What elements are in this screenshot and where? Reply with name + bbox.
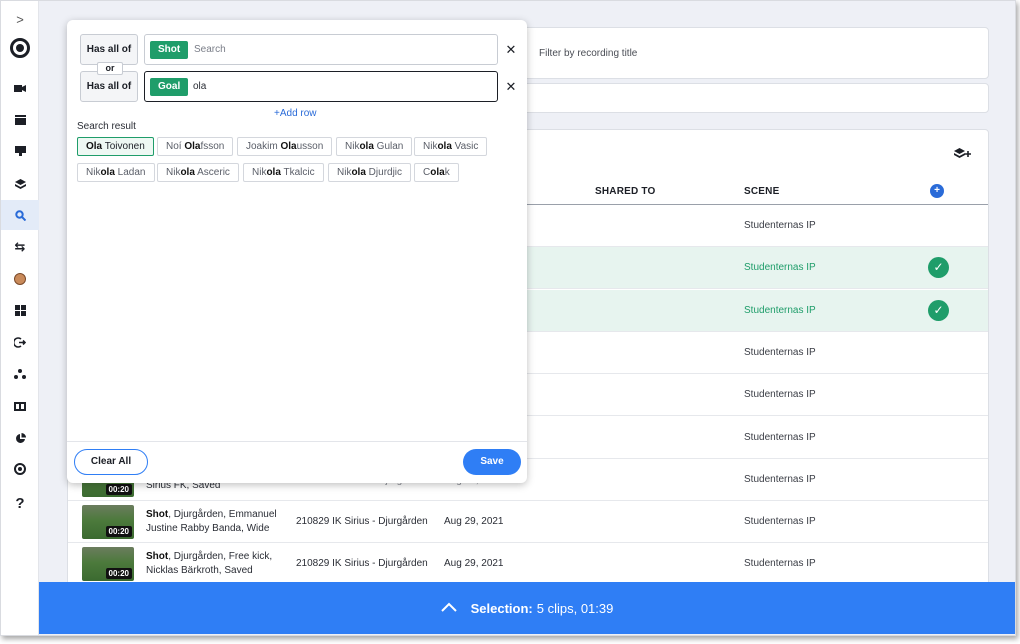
pie-chart-icon[interactable]	[1, 423, 39, 453]
selection-label: Selection:	[470, 600, 533, 616]
search-result-item[interactable]: Nikola Asceric	[157, 163, 239, 182]
table-row[interactable]: 00:20 Shot, Djurgården, Emmanuel Justine…	[68, 501, 988, 543]
scene-cell: Studenternas IP	[744, 474, 816, 485]
or-connector[interactable]: or	[97, 62, 123, 75]
nodes-icon[interactable]	[1, 359, 39, 389]
scene-cell: Studenternas IP	[744, 389, 816, 400]
help-icon[interactable]: ?	[1, 488, 39, 518]
query-field[interactable]: Goal ola	[144, 71, 498, 102]
scene-cell: Studenternas IP	[744, 262, 816, 273]
search-result-item[interactable]: Nikola Vasic	[414, 137, 488, 156]
expand-chevron-icon[interactable]: >	[1, 4, 39, 34]
add-to-playlist-icon[interactable]	[954, 148, 972, 163]
add-column-icon[interactable]: +	[930, 184, 944, 198]
remove-row-icon[interactable]: ✕	[504, 43, 518, 57]
search-result-item[interactable]: Joakim Olausson	[237, 137, 333, 156]
video-camera-icon[interactable]	[1, 73, 39, 103]
clip-description: Shot, Djurgården, Emmanuel Justine Rabby…	[146, 509, 277, 534]
tag-chip[interactable]: Goal	[150, 78, 189, 96]
recording-cell: 210829 IK Sirius - Djurgården	[296, 558, 428, 569]
clip-description: Shot, Djurgården, Free kick, Nicklas Bär…	[146, 551, 273, 576]
grid-icon[interactable]	[1, 295, 39, 325]
recording-title-filter[interactable]: Filter by recording title	[521, 27, 989, 79]
date-cell: Aug 29, 2021	[444, 516, 504, 527]
query-input[interactable]: ola	[193, 81, 206, 92]
table-row[interactable]: 00:20 Shot, Djurgården, Free kick, Nickl…	[68, 543, 988, 585]
operator-select[interactable]: Has all of	[80, 71, 138, 102]
user-avatar-icon[interactable]	[1, 264, 39, 294]
chevron-up-icon[interactable]	[440, 599, 457, 617]
app-window: > ⇆ ? Filter by recording title SHARED T…	[0, 0, 1016, 636]
clip-thumbnail[interactable]: 00:20	[82, 505, 134, 539]
selection-value: 5 clips, 01:39	[536, 600, 614, 616]
layers-icon[interactable]	[1, 169, 39, 199]
search-result-item[interactable]: Nikola Tkalcic	[243, 163, 324, 182]
selected-check-icon[interactable]: ✓	[928, 300, 949, 321]
selected-check-icon[interactable]: ✓	[928, 257, 949, 278]
operator-select[interactable]: Has all of	[80, 34, 138, 65]
tag-chip[interactable]: Shot	[150, 41, 189, 59]
query-field[interactable]: Shot Search	[144, 34, 498, 65]
search-result-item[interactable]: Nikola Djurdjic	[328, 163, 412, 182]
date-cell: Aug 29, 2021	[444, 558, 504, 569]
selection-bar[interactable]: Selection: 5 clips, 01:39	[39, 582, 1015, 634]
remove-row-icon[interactable]: ✕	[504, 80, 518, 94]
clip-thumbnail[interactable]: 00:20	[82, 547, 134, 581]
column-header-scene[interactable]: SCENE	[744, 186, 779, 197]
scene-cell: Studenternas IP	[744, 305, 816, 316]
filter-placeholder: Filter by recording title	[539, 48, 638, 59]
film-strip-icon[interactable]	[1, 391, 39, 421]
search-icon[interactable]	[1, 200, 39, 230]
scene-cell: Studenternas IP	[744, 347, 816, 358]
clapperboard-icon[interactable]	[1, 105, 39, 135]
clear-all-button[interactable]: Clear All	[74, 449, 148, 475]
popup-footer-divider	[67, 441, 527, 442]
search-result-item[interactable]: Ola Toivonen	[77, 137, 154, 156]
monitor-icon[interactable]	[1, 136, 39, 166]
recording-cell: 210829 IK Sirius - Djurgården	[296, 516, 428, 527]
tag-search-popup: Has all of Shot Search ✕ Has all of or G…	[67, 20, 527, 483]
search-result-item[interactable]: Colak	[414, 163, 459, 182]
clip-duration: 00:20	[105, 484, 132, 495]
clip-duration: 00:20	[105, 568, 132, 579]
column-header-shared-to[interactable]: SHARED TO	[595, 186, 656, 197]
scene-cell: Studenternas IP	[744, 220, 816, 231]
swap-arrows-icon[interactable]: ⇆	[1, 232, 39, 262]
secondary-filter[interactable]	[521, 83, 989, 113]
search-result-item[interactable]: Nikola Ladan	[77, 163, 155, 182]
save-button[interactable]: Save	[463, 449, 521, 475]
search-result-item[interactable]: Nikola Gulan	[336, 137, 413, 156]
add-row-link[interactable]: +Add row	[274, 108, 317, 119]
record-icon[interactable]	[1, 454, 39, 484]
search-result-title: Search result	[77, 121, 136, 132]
share-icon[interactable]	[1, 327, 39, 357]
scene-cell: Studenternas IP	[744, 558, 816, 569]
logo-icon[interactable]	[1, 33, 39, 63]
scene-cell: Studenternas IP	[744, 432, 816, 443]
sidebar: > ⇆ ?	[1, 1, 39, 635]
clip-duration: 00:20	[105, 526, 132, 537]
scene-cell: Studenternas IP	[744, 516, 816, 527]
query-input[interactable]: Search	[194, 44, 226, 55]
search-result-item[interactable]: Noí Olafsson	[157, 137, 234, 156]
